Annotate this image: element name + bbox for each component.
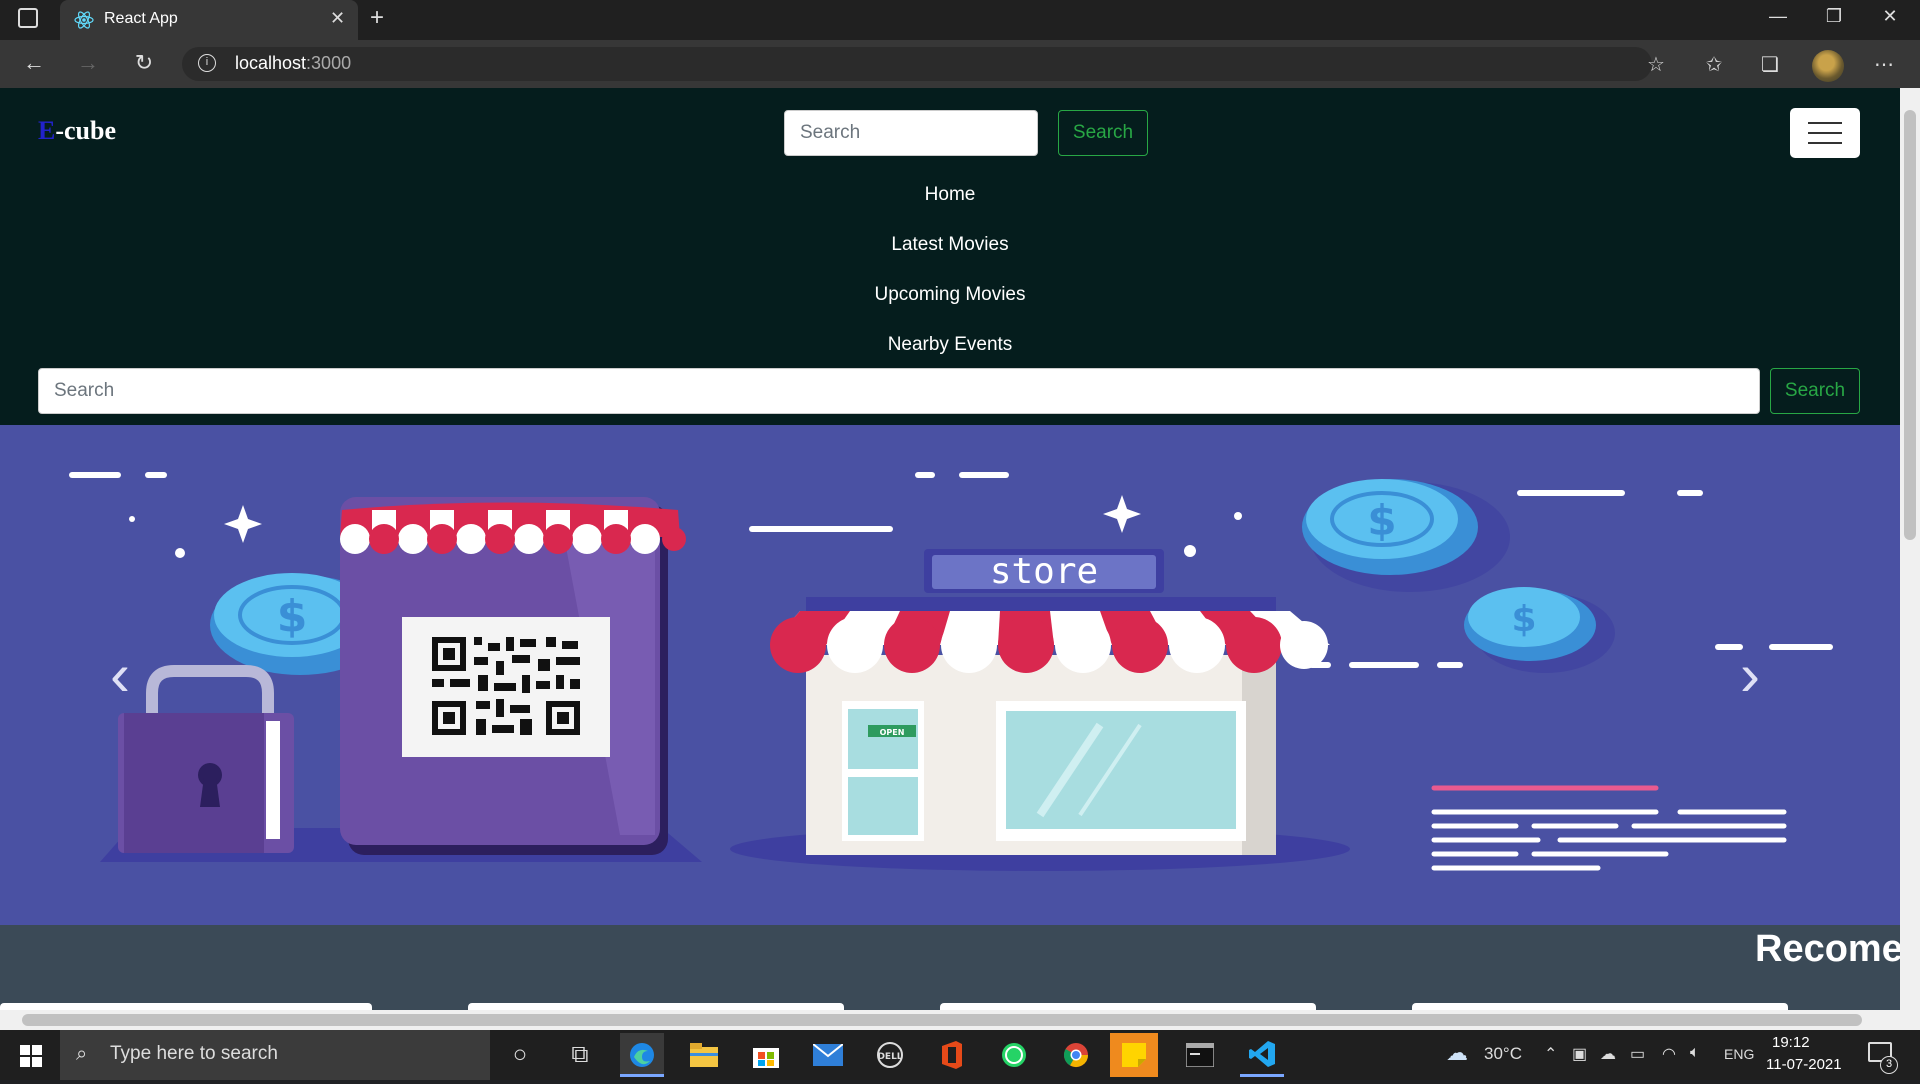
nav-link-upcoming-movies[interactable]: Upcoming Movies	[0, 284, 1900, 306]
weather-cloud-icon[interactable]: ☁	[1446, 1040, 1468, 1066]
nav-link-home[interactable]: Home	[0, 184, 1900, 206]
svg-text:$: $	[277, 591, 308, 642]
cortana-icon[interactable]: ○	[498, 1033, 542, 1077]
horizontal-scrollbar-thumb[interactable]	[22, 1014, 1862, 1026]
nav-link-latest-movies[interactable]: Latest Movies	[0, 234, 1900, 256]
weather-temp[interactable]: 30°C	[1484, 1044, 1522, 1064]
store-illustration: $ $ $ store OPEN	[69, 472, 1833, 871]
hidden-icons-chevron-icon[interactable]: ⌃	[1544, 1044, 1557, 1064]
movie-card[interactable]	[1412, 1003, 1788, 1010]
tab-actions-icon[interactable]	[18, 8, 38, 28]
section-heading: Recome	[1755, 928, 1900, 970]
svg-text:$: $	[1511, 599, 1536, 640]
chrome-icon[interactable]	[1054, 1033, 1098, 1077]
vscode-icon[interactable]	[1240, 1033, 1284, 1077]
restore-button[interactable]: ❐	[1814, 6, 1854, 27]
tab-close-icon[interactable]: ✕	[330, 8, 345, 29]
task-view-icon[interactable]: ⧉	[558, 1033, 602, 1077]
search-icon: ⌕	[76, 1043, 88, 1065]
edge-icon[interactable]	[620, 1033, 664, 1077]
page-viewport: E-cube Search Search Home Latest Movies …	[0, 88, 1900, 1010]
language-indicator[interactable]: ENG	[1724, 1046, 1754, 1062]
windows-start-icon[interactable]	[20, 1045, 42, 1072]
wifi-icon[interactable]: ◠	[1662, 1044, 1676, 1064]
store-sign-text: store	[990, 551, 1098, 592]
profile-avatar[interactable]	[1812, 50, 1844, 82]
react-icon	[74, 10, 94, 35]
tab-title: React App	[104, 10, 178, 27]
hamburger-icon	[1808, 142, 1842, 144]
movie-card[interactable]	[0, 1003, 372, 1010]
open-sign-text: OPEN	[880, 728, 905, 737]
whatsapp-icon[interactable]	[992, 1033, 1036, 1077]
add-favorite-icon[interactable]: ☆	[1640, 52, 1672, 77]
dell-icon[interactable]: DELL	[868, 1033, 912, 1077]
file-explorer-icon[interactable]	[682, 1033, 726, 1077]
movie-card[interactable]	[940, 1003, 1316, 1010]
sticky-notes-icon[interactable]	[1110, 1033, 1158, 1077]
mail-icon[interactable]	[806, 1033, 850, 1077]
brand-text: -cube	[55, 116, 117, 145]
clock-time[interactable]: 19:12	[1772, 1034, 1810, 1051]
brand-letter: E	[38, 116, 56, 145]
hero-carousel: $ $ $ store OPEN ‹ ›	[0, 425, 1900, 925]
terminal-icon[interactable]	[1178, 1033, 1222, 1077]
close-window-button[interactable]: ✕	[1870, 6, 1910, 27]
office-icon[interactable]	[930, 1033, 974, 1077]
url-host: localhost	[235, 53, 307, 73]
back-icon[interactable]: ←	[16, 50, 52, 76]
carousel-next-icon[interactable]: ›	[1740, 645, 1760, 705]
wide-search-button[interactable]: Search	[1770, 368, 1860, 414]
favorites-icon[interactable]: ✩	[1698, 52, 1730, 77]
refresh-icon[interactable]: ↻	[126, 50, 162, 76]
onedrive-icon[interactable]: ☁	[1600, 1044, 1616, 1064]
battery-icon[interactable]: ▭	[1630, 1044, 1645, 1064]
site-navbar: E-cube Search Search Home Latest Movies …	[0, 88, 1900, 425]
meet-now-icon[interactable]: ▣	[1572, 1044, 1587, 1064]
site-info-icon[interactable]: i	[198, 54, 216, 72]
navbar-search-button[interactable]: Search	[1058, 110, 1148, 156]
navbar-search-input[interactable]: Search	[784, 110, 1038, 156]
svg-text:DELL: DELL	[877, 1052, 902, 1062]
url-text: localhost:3000	[235, 53, 351, 74]
url-port: :3000	[306, 53, 352, 73]
carousel-prev-icon[interactable]: ‹	[110, 645, 130, 705]
new-tab-button[interactable]: +	[370, 4, 384, 32]
movie-card[interactable]	[468, 1003, 844, 1010]
svg-text:$: $	[1367, 496, 1396, 545]
navbar-toggler-button[interactable]	[1790, 108, 1860, 158]
wide-search-input[interactable]: Search	[38, 368, 1760, 414]
collections-icon[interactable]: ❏	[1754, 52, 1786, 77]
microsoft-store-icon[interactable]	[744, 1033, 788, 1077]
volume-icon[interactable]: 🔈︎	[1690, 1044, 1700, 1062]
address-bar[interactable]	[182, 47, 1652, 81]
vertical-scrollbar-thumb[interactable]	[1904, 110, 1916, 540]
hamburger-icon	[1808, 122, 1842, 124]
notification-count-badge: 3	[1880, 1056, 1898, 1074]
taskbar-search-placeholder: Type here to search	[110, 1043, 278, 1064]
clock-date[interactable]: 11-07-2021	[1766, 1056, 1842, 1073]
forward-icon[interactable]: →	[70, 50, 106, 76]
minimize-button[interactable]: —	[1758, 6, 1798, 27]
more-menu-icon[interactable]: ⋯	[1868, 52, 1900, 77]
brand-logo[interactable]: E-cube	[38, 116, 116, 146]
nav-link-nearby-events[interactable]: Nearby Events	[0, 334, 1900, 356]
hamburger-icon	[1808, 132, 1842, 134]
